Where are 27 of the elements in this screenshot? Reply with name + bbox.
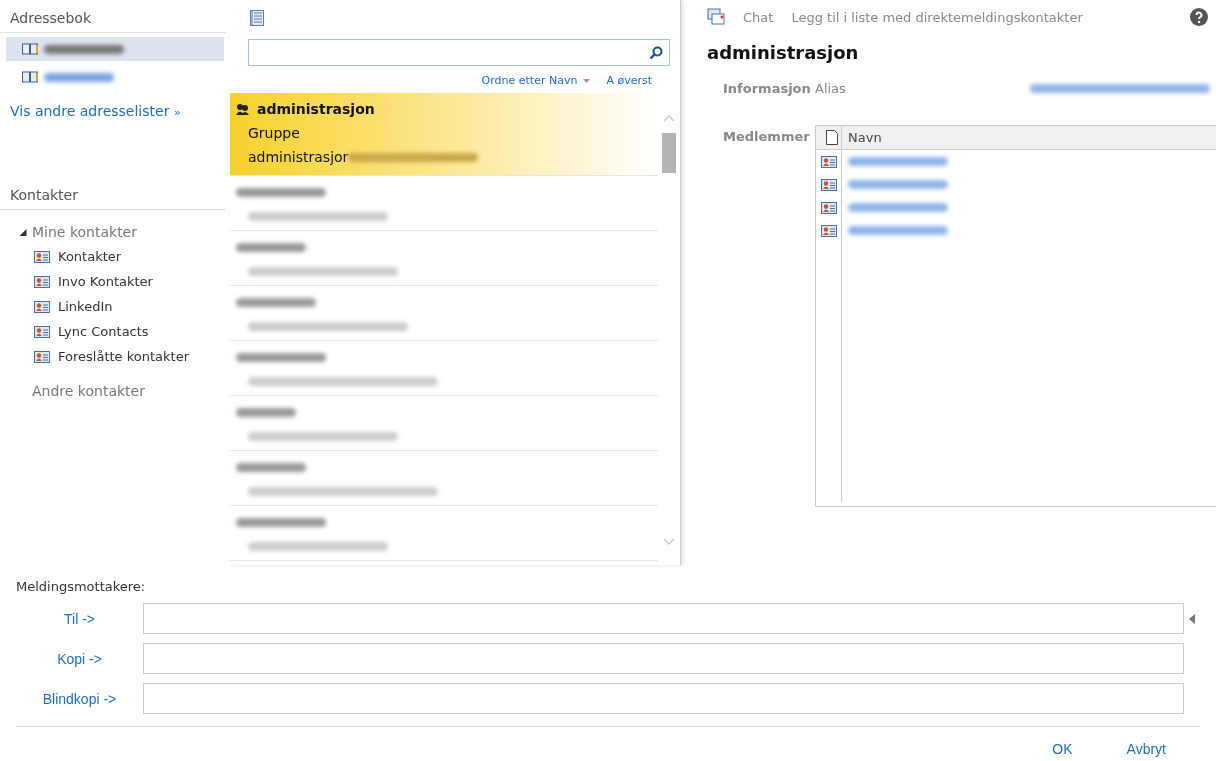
- contact-type: Gruppe: [247, 124, 301, 143]
- recipient-button[interactable]: Kopi ->: [16, 649, 143, 668]
- section-title: Kontakter: [0, 177, 226, 210]
- contact-row[interactable]: administrasjon Gruppe administrasjor: [230, 93, 658, 176]
- recipient-button[interactable]: Blindkopi ->: [16, 689, 143, 708]
- section-title: Adressebok: [0, 0, 226, 33]
- action-link[interactable]: Chat: [743, 9, 774, 25]
- more-lists-link[interactable]: Vis andre adresselister »: [0, 89, 191, 133]
- recipient-button[interactable]: Til ->: [16, 609, 143, 628]
- sort-order-link[interactable]: A øverst: [606, 74, 652, 87]
- sort-dropdown[interactable]: Ordne etter Navn: [481, 74, 591, 87]
- dialog-button[interactable]: OK: [1052, 741, 1073, 757]
- tree-item[interactable]: Invo Kontakter: [58, 274, 153, 289]
- contact-title: administrasjon: [707, 42, 860, 63]
- tree-item[interactable]: Kontakter: [58, 249, 122, 264]
- tree-item[interactable]: Lync Contacts: [58, 324, 149, 339]
- dialog-button[interactable]: Avbryt: [1126, 741, 1166, 757]
- tree-node[interactable]: Andre kontakter: [32, 383, 145, 399]
- action-link[interactable]: Legg til i liste med direktemeldingskontakter: [791, 9, 1083, 25]
- contact-name: administrasjon: [257, 101, 375, 117]
- recipients-title: Meldingsmottakere:: [16, 579, 147, 594]
- tree-item[interactable]: Foreslåtte kontakter: [58, 349, 189, 364]
- column-header[interactable]: Navn: [842, 126, 1216, 150]
- alias-label: Alias: [815, 80, 846, 96]
- tree-item[interactable]: LinkedIn: [58, 299, 113, 314]
- contact-email: administrasjor: [248, 149, 349, 165]
- tree-node[interactable]: Mine kontakter: [32, 224, 137, 240]
